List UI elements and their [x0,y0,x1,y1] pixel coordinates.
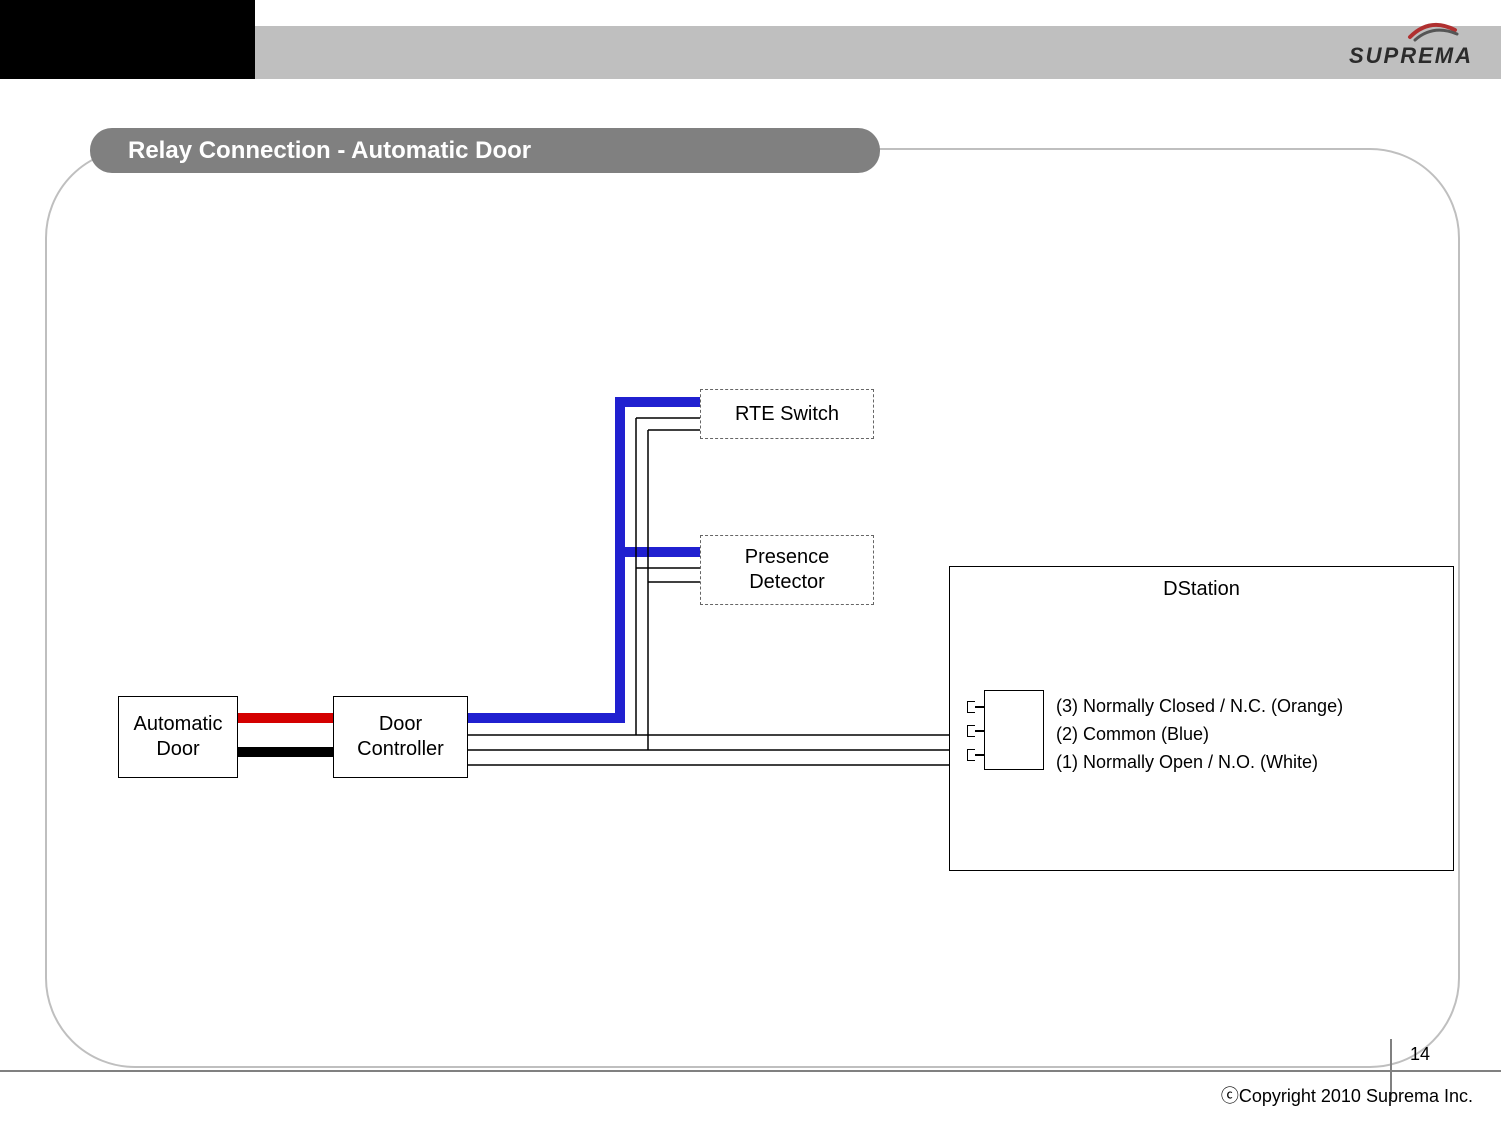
copyright-text: ⓒCopyright 2010 Suprema Inc. [1221,1082,1473,1108]
relay-connector [984,690,1044,770]
dstation-label: DStation [1163,577,1240,602]
rte-switch-label: RTE Switch [735,402,839,427]
rte-switch-box: RTE Switch [700,389,874,439]
automatic-door-label: Automatic Door [134,712,223,762]
pin-labels: (3) Normally Closed / N.C. (Orange) (2) … [1056,692,1343,776]
automatic-door-box: Automatic Door [118,696,238,778]
pin-3-label: (3) Normally Closed / N.C. (Orange) [1056,692,1343,720]
presence-detector-box: Presence Detector [700,535,874,605]
connector-pin-3-icon [967,701,985,713]
connector-pin-2-icon [967,725,985,737]
presence-detector-label: Presence Detector [745,545,830,595]
connector-pin-1-icon [967,749,985,761]
section-title: Relay Connection - Automatic Door [90,128,880,173]
footer-line [0,1070,1501,1072]
page-number: 14 [1410,1044,1430,1065]
pin-1-label: (1) Normally Open / N.O. (White) [1056,748,1343,776]
door-controller-label: Door Controller [357,712,444,762]
door-controller-box: Door Controller [333,696,468,778]
pin-2-label: (2) Common (Blue) [1056,720,1343,748]
